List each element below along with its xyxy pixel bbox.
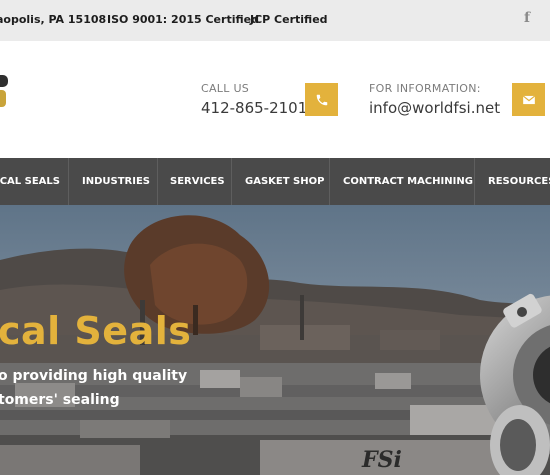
email-address[interactable]: info@worldfsi.net: [369, 99, 500, 117]
call-us-block: CALL US 412-865-2101: [201, 82, 307, 117]
hero-banner: FSi cal Seals o providing high quality t…: [0, 205, 550, 475]
phone-number[interactable]: 412-865-2101: [201, 99, 307, 117]
phone-icon-glyph: [316, 94, 327, 105]
information-block: FOR INFORMATION: info@worldfsi.net: [369, 82, 500, 117]
logo-part-dark: [0, 75, 8, 87]
logo-part-gold: [0, 90, 6, 107]
call-us-label: CALL US: [201, 82, 250, 95]
envelope-icon-glyph: [522, 94, 535, 104]
nav-divider: [474, 158, 475, 205]
nav-item-resources[interactable]: RESOURCES: [488, 158, 550, 205]
nav-divider: [157, 158, 158, 205]
company-logo[interactable]: [0, 75, 12, 109]
address-text: aopolis, PA 15108: [0, 13, 107, 26]
phone-icon[interactable]: [305, 83, 338, 116]
main-navigation: ICAL SEALS INDUSTRIES SERVICES GASKET SH…: [0, 158, 550, 205]
nav-item-contract-machining[interactable]: CONTRACT MACHINING: [343, 158, 473, 205]
nav-divider: [231, 158, 232, 205]
hero-subtitle-line-1: o providing high quality: [0, 368, 188, 384]
fsi-building-mark: FSi: [361, 447, 402, 473]
facebook-icon[interactable]: f: [524, 10, 530, 26]
nav-divider: [329, 158, 330, 205]
site-header: CALL US 412-865-2101 FOR INFORMATION: in…: [0, 41, 550, 158]
hero-subtitle-line-2: tomers' sealing: [0, 392, 120, 408]
iso-certification-text: ISO 9001: 2015 Certified: [107, 13, 259, 26]
nav-divider: [68, 158, 69, 205]
jcp-certification-text: JCP Certified: [250, 13, 328, 26]
nav-item-industries[interactable]: INDUSTRIES: [82, 158, 150, 205]
hero-title: cal Seals: [0, 309, 192, 353]
envelope-icon[interactable]: [512, 83, 545, 116]
nav-item-mechanical-seals[interactable]: ICAL SEALS: [0, 158, 60, 205]
nav-item-gasket-shop[interactable]: GASKET SHOP: [245, 158, 324, 205]
information-label: FOR INFORMATION:: [369, 82, 481, 95]
top-info-bar: aopolis, PA 15108 ISO 9001: 2015 Certifi…: [0, 0, 550, 41]
nav-item-services[interactable]: SERVICES: [170, 158, 225, 205]
